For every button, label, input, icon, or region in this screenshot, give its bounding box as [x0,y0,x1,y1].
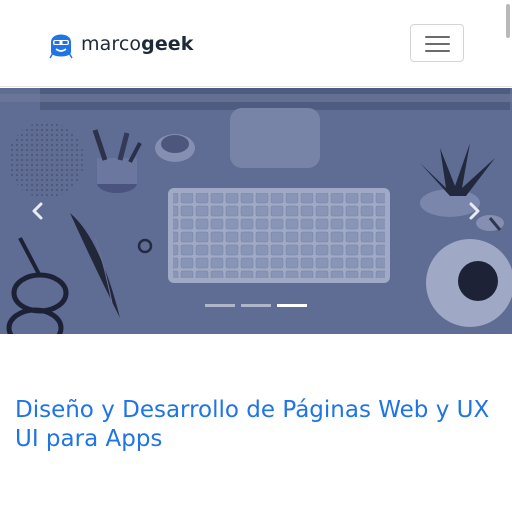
brand-prefix: marco [81,33,142,55]
navbar-toggle-button[interactable] [410,24,464,62]
carousel-indicator-2[interactable] [241,304,271,307]
scrollbar-thumb[interactable] [506,4,510,38]
brand-link[interactable]: marcogeek [47,28,194,60]
brand-name: marcogeek [81,33,194,55]
chevron-left-icon [32,202,43,220]
hero-carousel: Previous Next [0,88,512,334]
hero-title: Diseño y Desarrollo de Páginas Web y UX … [15,397,490,452]
carousel-prev-label: Previous [0,88,1,89]
chevron-right-icon [469,202,480,220]
carousel-slide-image [0,88,512,334]
carousel-next-button[interactable]: Next [452,88,512,334]
brand-suffix: geek [141,33,194,55]
carousel-next-label: Next [452,88,453,89]
navbar: marcogeek [0,0,512,87]
carousel-prev-button[interactable]: Previous [0,88,60,334]
carousel-indicator-3[interactable] [277,304,307,307]
geek-mascot-logo-icon [49,34,73,59]
carousel-indicator-1[interactable] [205,304,235,307]
carousel-indicators [205,304,307,307]
